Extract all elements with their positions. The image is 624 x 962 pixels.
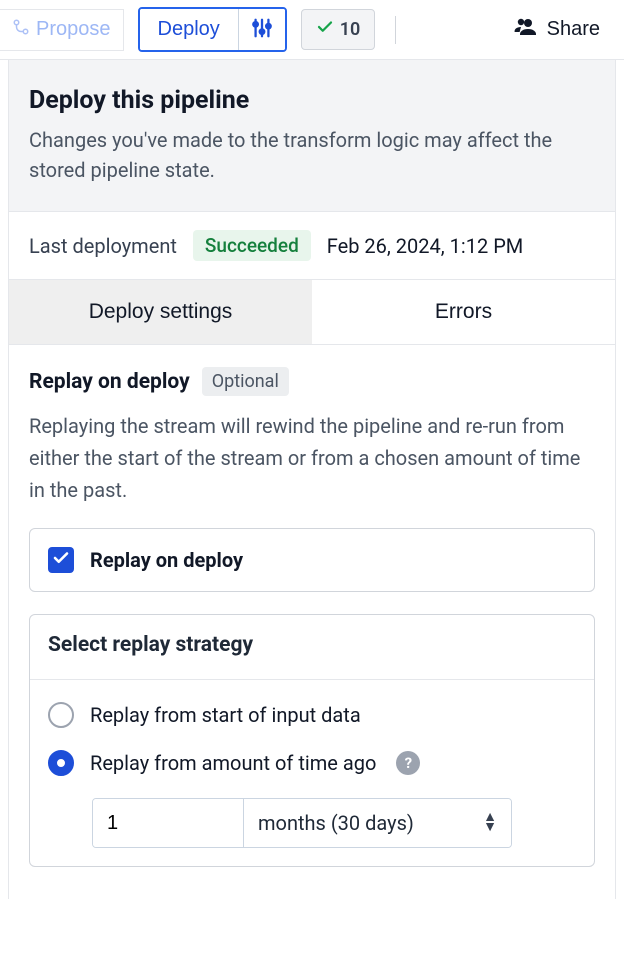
tab-errors[interactable]: Errors xyxy=(312,280,615,344)
replay-heading: Replay on deploy xyxy=(29,370,190,394)
deploy-panel: Deploy this pipeline Changes you've made… xyxy=(8,60,616,899)
time-unit-label: months (30 days) xyxy=(258,811,414,835)
radio-from-start[interactable] xyxy=(48,702,74,728)
propose-button[interactable]: Propose xyxy=(0,9,124,51)
panel-title: Deploy this pipeline xyxy=(29,86,595,115)
propose-label: Propose xyxy=(36,18,111,41)
radio-from-start-label: Replay from start of input data xyxy=(90,703,361,727)
replay-checkbox-card: Replay on deploy xyxy=(29,528,595,592)
radio-time-ago[interactable] xyxy=(48,750,74,776)
time-controls: months (30 days) ▲▼ xyxy=(92,798,512,848)
radio-time-ago-label: Replay from amount of time ago xyxy=(90,751,376,775)
users-icon xyxy=(513,15,537,45)
time-amount-input[interactable] xyxy=(93,799,243,847)
tab-bar: Deploy settings Errors xyxy=(9,280,615,345)
replay-section: Replay on deploy Optional Replaying the … xyxy=(9,345,615,899)
replay-description: Replaying the stream will rewind the pip… xyxy=(29,410,595,506)
replay-section-header: Replay on deploy Optional xyxy=(29,367,595,396)
toolbar-divider xyxy=(395,16,396,44)
replay-checkbox[interactable] xyxy=(48,547,74,573)
strategy-radio-group: Replay from start of input data Replay f… xyxy=(30,679,594,848)
optional-badge: Optional xyxy=(202,367,289,396)
deploy-options-button[interactable] xyxy=(238,9,285,50)
top-toolbar: Propose Deploy 10 xyxy=(0,0,624,60)
toolbar-left: Propose Deploy 10 xyxy=(10,7,375,52)
radio-row-time-ago: Replay from amount of time ago ? xyxy=(48,750,576,776)
last-deployment-row: Last deployment Succeeded Feb 26, 2024, … xyxy=(9,212,615,280)
check-icon xyxy=(52,549,70,571)
replay-checkbox-row: Replay on deploy xyxy=(48,547,576,573)
check-icon xyxy=(316,18,334,41)
status-chip[interactable]: 10 xyxy=(301,9,376,50)
status-count: 10 xyxy=(340,19,361,40)
radio-row-start: Replay from start of input data xyxy=(48,702,576,728)
tab-deploy-settings[interactable]: Deploy settings xyxy=(9,280,312,344)
last-deployment-date: Feb 26, 2024, 1:12 PM xyxy=(327,234,523,258)
panel-header: Deploy this pipeline Changes you've made… xyxy=(9,60,615,212)
branch-icon xyxy=(12,18,30,42)
share-button[interactable]: Share xyxy=(513,15,614,45)
strategy-heading: Select replay strategy xyxy=(48,633,576,657)
status-badge: Succeeded xyxy=(193,230,311,261)
help-icon[interactable]: ? xyxy=(396,751,420,775)
sliders-icon xyxy=(251,17,273,42)
time-unit-select[interactable]: months (30 days) ▲▼ xyxy=(243,799,511,847)
strategy-card: Select replay strategy Replay from start… xyxy=(29,614,595,867)
replay-checkbox-label: Replay on deploy xyxy=(90,548,243,572)
share-label: Share xyxy=(547,18,600,41)
deploy-button[interactable]: Deploy xyxy=(140,9,238,50)
panel-subtitle: Changes you've made to the transform log… xyxy=(29,125,595,185)
last-deployment-label: Last deployment xyxy=(29,234,177,258)
select-sort-icon: ▲▼ xyxy=(483,813,497,833)
deploy-button-group: Deploy xyxy=(138,7,287,52)
